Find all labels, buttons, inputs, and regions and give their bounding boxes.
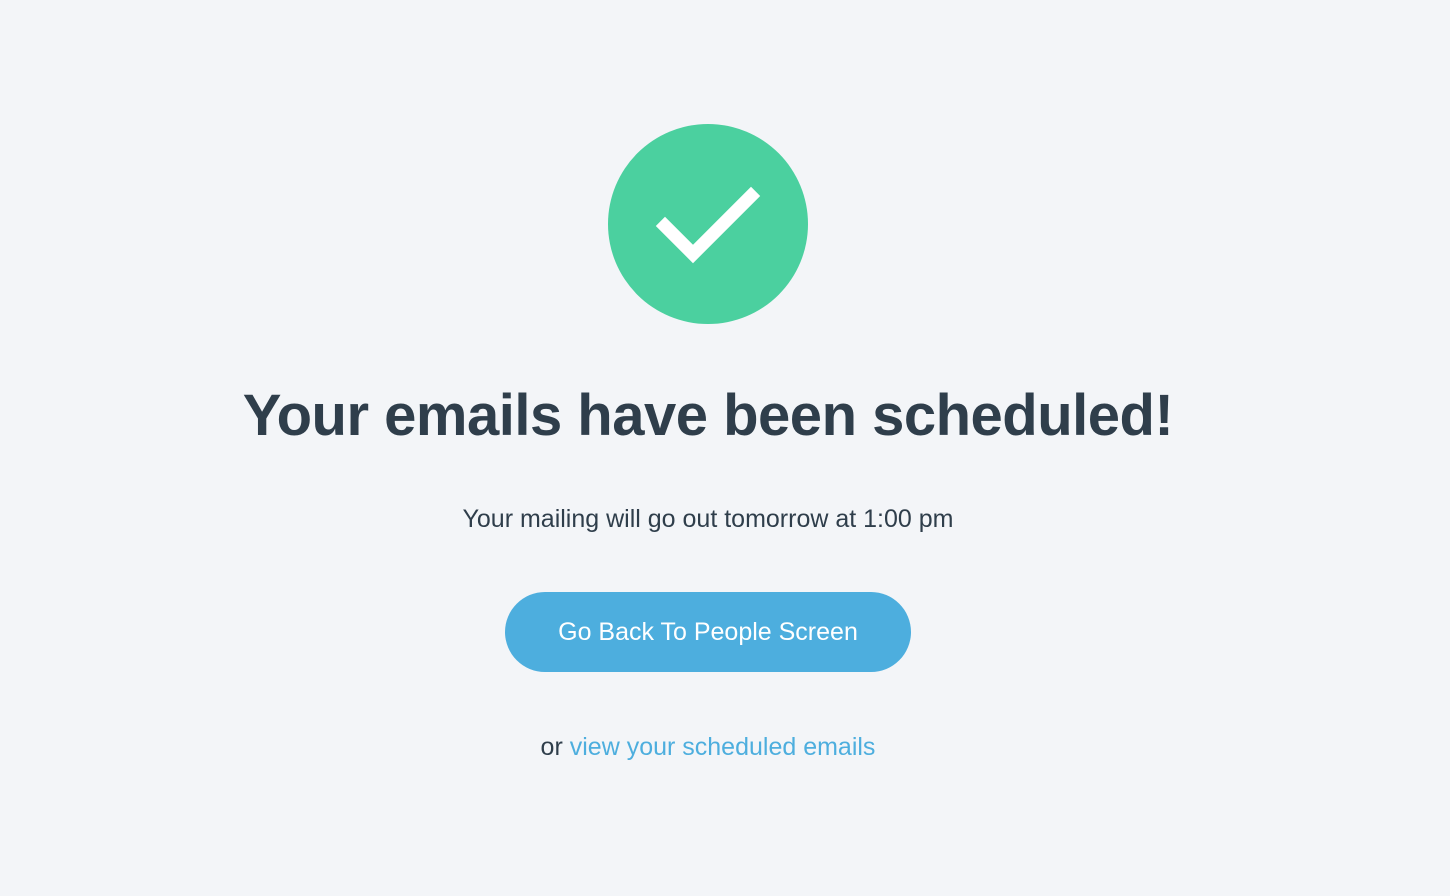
success-badge — [608, 124, 808, 324]
checkmark-icon — [655, 186, 761, 264]
or-label: or — [540, 733, 563, 761]
view-scheduled-emails-link[interactable]: view your scheduled emails — [570, 733, 876, 761]
confirmation-page: Your emails have been scheduled! Your ma… — [0, 0, 1450, 896]
secondary-action-row: or view your scheduled emails — [0, 730, 1416, 764]
schedule-info-text: Your mailing will go out tomorrow at 1:0… — [462, 505, 954, 533]
page-title: Your emails have been scheduled! — [242, 383, 1174, 448]
go-back-to-people-button[interactable]: Go Back To People Screen — [505, 592, 911, 672]
